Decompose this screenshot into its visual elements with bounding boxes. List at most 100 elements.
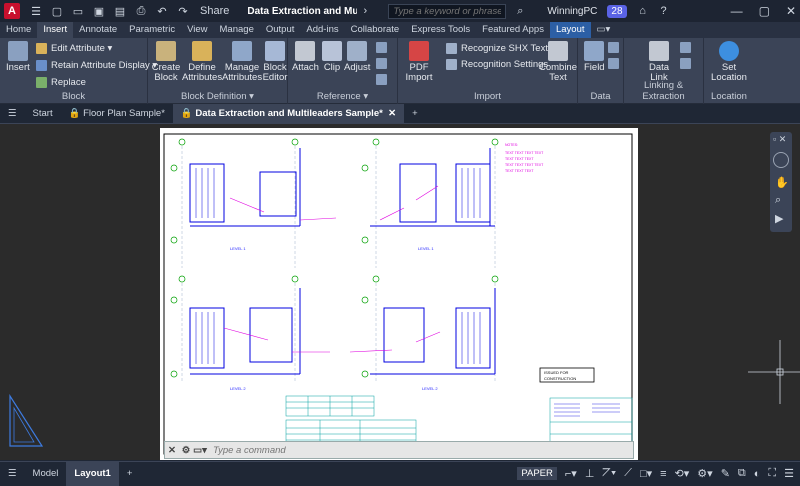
linking-tool-1-icon[interactable] — [680, 42, 695, 53]
tab-insert[interactable]: Insert — [37, 22, 74, 38]
isodraft-icon[interactable]: ⟋ — [624, 467, 632, 480]
new-tab-icon[interactable]: + — [404, 104, 426, 124]
field-button[interactable]: Field — [584, 41, 605, 73]
edit-attribute-icon — [36, 43, 47, 54]
clip-button[interactable]: Clip — [322, 41, 342, 73]
add-layout-icon[interactable]: + — [119, 462, 141, 486]
panel-title[interactable]: Reference ▾ — [288, 91, 397, 102]
tab-add-ins[interactable]: Add-ins — [300, 22, 344, 38]
binoculars-icon[interactable]: ⌕ — [512, 3, 528, 19]
data-tool-1-icon[interactable] — [608, 42, 623, 53]
navbar-close-icon[interactable]: ▫ ✕ — [773, 134, 786, 145]
paper-sheet: NOTES: TEXT TEXT TEXT TEXT TEXT TEXT TEX… — [160, 128, 638, 460]
block-editor-button[interactable]: Block Editor — [262, 41, 288, 83]
panel-import: PDF Import Recognize SHX Text Recognitio… — [398, 38, 578, 104]
file-tabs-menu-icon[interactable]: ☰ — [0, 104, 25, 124]
tab-layout1[interactable]: Layout1 — [66, 461, 119, 486]
help-icon[interactable]: ? — [656, 3, 672, 19]
panel-block: Insert Edit Attribute ▾ Retain Attribute… — [0, 38, 157, 104]
manage-attributes-button[interactable]: Manage Attributes — [222, 41, 262, 83]
tab-output[interactable]: Output — [260, 22, 301, 38]
close-icon[interactable]: ✕ — [786, 4, 796, 18]
save-as-icon[interactable]: ▤ — [112, 3, 128, 19]
zoom-icon[interactable]: ⌕ — [775, 194, 781, 207]
status-tools: PAPER ⌐▾ ⊥ ⦢▾ ⟋ □▾ ≡ ⟲▾ ⚙▾ ✎ ⧉ ◐ ⛶ ☰ — [509, 467, 800, 480]
reference-tool-2-icon[interactable] — [376, 58, 391, 69]
svg-text:TEXT TEXT TEXT: TEXT TEXT TEXT — [505, 169, 534, 173]
user-name[interactable]: WinningPC — [547, 6, 597, 17]
tab-home[interactable]: Home — [0, 22, 37, 38]
tab-manage[interactable]: Manage — [214, 22, 260, 38]
app-logo[interactable]: A — [4, 3, 20, 19]
tab-featured-apps[interactable]: Featured Apps — [476, 22, 550, 38]
maximize-icon[interactable]: ▢ — [759, 4, 770, 18]
pdf-import-button[interactable]: PDF Import — [404, 41, 434, 83]
insert-button[interactable]: Insert — [6, 41, 30, 73]
recognition-settings-button[interactable]: Recognition Settings — [446, 59, 548, 70]
edit-attribute-button[interactable]: Edit Attribute ▾ — [36, 43, 112, 54]
plot-icon[interactable]: ⎙ — [133, 3, 149, 19]
ribbon-options-icon[interactable]: ▭▾ — [591, 22, 617, 38]
new-icon[interactable]: ▢ — [49, 3, 65, 19]
attach-button[interactable]: Attach — [292, 41, 319, 73]
paper-space-toggle[interactable]: PAPER — [517, 467, 557, 480]
create-block-button[interactable]: Create Block — [151, 41, 181, 83]
annotation-scale-icon[interactable]: ✎ — [721, 467, 730, 480]
search-input[interactable] — [388, 3, 507, 19]
retain-attribute-icon — [36, 60, 47, 71]
notification-badge[interactable]: 28 — [607, 4, 627, 18]
linking-tool-2-icon[interactable] — [680, 58, 695, 69]
tab-express-tools[interactable]: Express Tools — [405, 22, 476, 38]
save-icon[interactable]: ▣ — [91, 3, 107, 19]
selection-cycling-icon[interactable]: ⟲▾ — [675, 467, 690, 480]
close-icon[interactable]: ✕ — [165, 445, 179, 456]
tab-layout[interactable]: Layout — [549, 22, 591, 38]
recognize-shx-text-button[interactable]: Recognize SHX Text — [446, 43, 548, 54]
command-prompt-icon[interactable]: ▭▾ — [193, 445, 207, 456]
file-tab-data-extraction[interactable]: 🔒 Data Extraction and Multileaders Sampl… — [172, 103, 405, 124]
snap-icon[interactable]: ⌐▾ — [565, 467, 577, 480]
data-tool-2-icon[interactable] — [608, 58, 623, 69]
steering-wheel-icon[interactable] — [773, 152, 789, 168]
open-icon[interactable]: ▭ — [70, 3, 86, 19]
gear-icon[interactable]: ⚙▾ — [697, 467, 712, 480]
tab-model[interactable]: Model — [25, 462, 67, 486]
tab-parametric[interactable]: Parametric — [123, 22, 181, 38]
define-attributes-icon — [192, 41, 212, 61]
hardware-accel-icon[interactable]: ⧉ — [738, 467, 746, 480]
adjust-button[interactable]: Adjust — [344, 41, 370, 73]
combine-text-button[interactable]: Combine Text — [539, 41, 577, 83]
command-input[interactable] — [213, 444, 413, 456]
tab-annotate[interactable]: Annotate — [73, 22, 123, 38]
showmotion-icon[interactable]: ▶ — [775, 212, 783, 225]
layout-tabs-menu-icon[interactable]: ☰ — [0, 462, 25, 486]
menu-icon[interactable]: ☰ — [28, 3, 44, 19]
share-button[interactable]: Share — [200, 5, 229, 17]
data-link-button[interactable]: Data Link — [646, 41, 672, 83]
tab-view[interactable]: View — [181, 22, 213, 38]
pan-icon[interactable]: ✋ — [775, 176, 789, 189]
retain-attribute-display-button[interactable]: Retain Attribute Display ▾ — [36, 60, 157, 71]
undo-icon[interactable]: ↶ — [154, 3, 170, 19]
osnap-icon[interactable]: □▾ — [640, 467, 652, 480]
redo-icon[interactable]: ↷ — [175, 3, 191, 19]
panel-title[interactable]: Block Definition ▾ — [148, 91, 287, 102]
customize-icon[interactable]: ☰ — [784, 467, 794, 480]
file-tab-start[interactable]: Start — [25, 104, 61, 124]
wrench-icon[interactable]: ⚙ — [179, 445, 193, 456]
minimize-icon[interactable]: — — [731, 4, 743, 18]
set-location-button[interactable]: Set Location — [710, 41, 748, 83]
isolate-icon[interactable]: ◐ — [754, 468, 761, 480]
polar-icon[interactable]: ⦢▾ — [602, 467, 616, 480]
file-tab-floor-plan[interactable]: 🔒 Floor Plan Sample* — [61, 104, 173, 124]
define-attributes-button[interactable]: Define Attributes — [182, 41, 222, 83]
reference-tool-3-icon[interactable] — [376, 74, 391, 85]
tab-collaborate[interactable]: Collaborate — [345, 22, 406, 38]
fullscreen-icon[interactable]: ⛶ — [768, 467, 776, 480]
lineweight-icon[interactable]: ≡ — [660, 468, 666, 480]
ortho-icon[interactable]: ⊥ — [585, 467, 595, 480]
cart-icon[interactable]: ⌂ — [635, 3, 651, 19]
reference-tool-1-icon[interactable] — [376, 42, 391, 53]
drawing-canvas[interactable]: NOTES: TEXT TEXT TEXT TEXT TEXT TEXT TEX… — [0, 124, 800, 460]
replace-button[interactable]: Replace — [36, 77, 86, 88]
